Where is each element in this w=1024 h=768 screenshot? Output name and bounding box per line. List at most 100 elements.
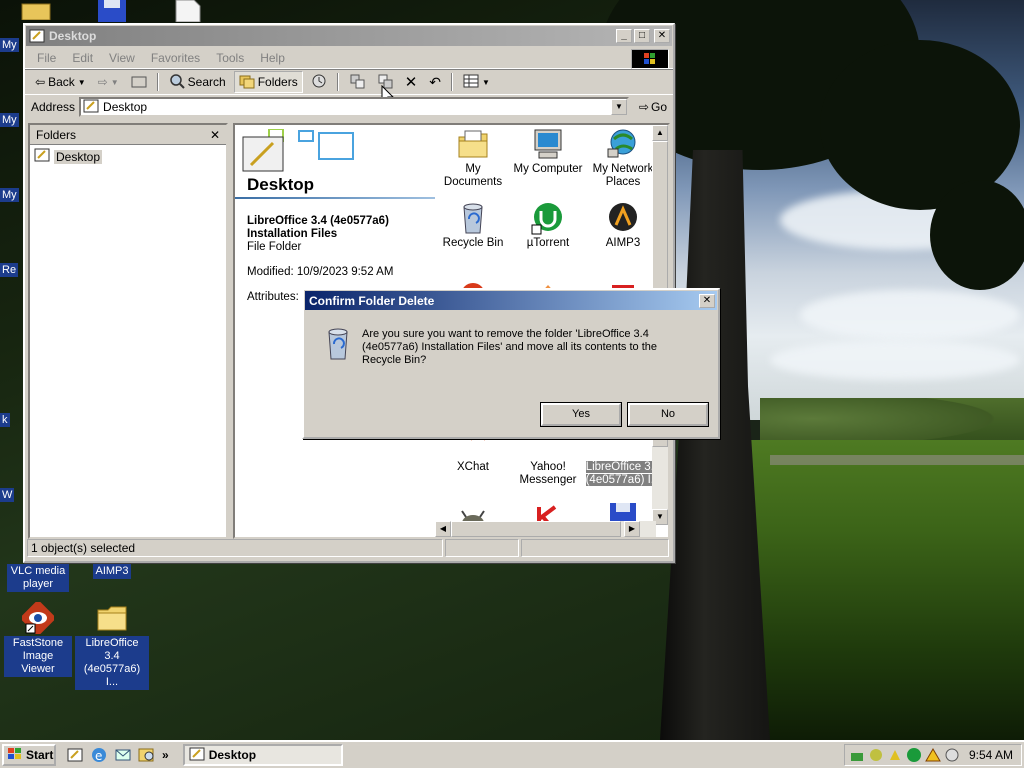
menu-help[interactable]: Help	[252, 51, 293, 65]
menu-tools[interactable]: Tools	[208, 51, 252, 65]
item-label: My Documents	[443, 163, 503, 188]
volume-tray-icon[interactable]	[944, 747, 960, 763]
item-aimp3[interactable]: AIMP3	[585, 201, 661, 250]
item-my-documents[interactable]: My Documents	[435, 127, 511, 189]
delete-button[interactable]: ✕	[401, 71, 422, 93]
desktop-icon-label: FastStone Image Viewer	[4, 636, 72, 677]
item-label: My Network Places	[592, 163, 654, 188]
network-places-icon	[606, 127, 640, 161]
toolbar-separator	[451, 73, 454, 91]
desktop-icon-label-edge[interactable]: Re	[0, 263, 19, 277]
item-utorrent[interactable]: µTorrent	[510, 201, 586, 250]
item-label: XChat	[457, 461, 489, 473]
scroll-left-button[interactable]: ◀	[435, 521, 451, 537]
menu-view[interactable]: View	[101, 51, 143, 65]
move-to-button[interactable]	[345, 71, 369, 93]
go-button[interactable]: ⇨ Go	[633, 100, 673, 114]
yes-button[interactable]: Yes	[541, 403, 621, 426]
history-icon	[311, 73, 327, 92]
update-tray-icon[interactable]	[887, 747, 903, 763]
history-button[interactable]	[307, 71, 331, 93]
item-label: µTorrent	[526, 237, 570, 249]
window-titlebar[interactable]: Desktop _ □ ✕	[26, 26, 672, 46]
back-button[interactable]: ⇦ Back ▼	[31, 71, 90, 93]
search-label: Search	[187, 75, 226, 89]
desktop-icon-label-edge[interactable]: My	[0, 38, 19, 52]
maximize-button[interactable]: □	[634, 29, 650, 43]
status-panel	[521, 539, 669, 557]
undo-button[interactable]: ↶	[425, 71, 445, 93]
selected-item-modified: Modified: 10/9/2023 9:52 AM	[247, 266, 394, 278]
address-dropdown-button[interactable]: ▼	[610, 99, 627, 115]
horizontal-scroll-thumb[interactable]	[451, 521, 621, 537]
desktop-icon-label-edge[interactable]: My	[0, 113, 19, 127]
taskbar-button-desktop[interactable]: Desktop	[182, 744, 343, 766]
desktop-icon-vlc[interactable]: VLC media player	[0, 564, 76, 592]
desktop-folder-icon[interactable]	[20, 0, 52, 21]
quick-launch-more-button[interactable]: »	[162, 748, 169, 762]
show-desktop-icon[interactable]	[66, 746, 84, 764]
desktop-icon-faststone[interactable]: FastStone Image Viewer	[0, 599, 76, 677]
desktop-icon-label-edge[interactable]: k	[0, 413, 10, 427]
clock[interactable]: 9:54 AM	[969, 748, 1021, 762]
address-bar: Address Desktop ▼ ⇨ Go	[25, 95, 673, 119]
scroll-up-button[interactable]: ▲	[652, 125, 668, 141]
warning-tray-icon[interactable]	[925, 747, 941, 763]
item-recycle-bin[interactable]: Recycle Bin	[435, 201, 511, 250]
desktop-icon-label: AIMP3	[93, 564, 131, 579]
move-to-icon	[349, 73, 365, 92]
confirm-folder-delete-dialog: Confirm Folder Delete ✕ Are you sure you…	[302, 288, 720, 439]
folders-icon	[239, 73, 255, 92]
menu-edit[interactable]: Edit	[64, 51, 101, 65]
scroll-right-button[interactable]: ▶	[624, 521, 640, 537]
desktop-icon-label: LibreOffice 3.4 (4e0577a6) I...	[75, 636, 149, 690]
toolbar-separator	[156, 73, 159, 91]
system-tray: 9:54 AM	[844, 744, 1022, 766]
internet-explorer-icon[interactable]: e	[90, 746, 108, 764]
no-button[interactable]: No	[628, 403, 708, 426]
address-field[interactable]: Desktop ▼	[79, 97, 629, 117]
utorrent-tray-icon[interactable]	[906, 747, 922, 763]
item-label: AIMP3	[605, 237, 641, 249]
desktop-icon-aimp3[interactable]: AIMP3	[74, 564, 150, 579]
horizontal-scrollbar[interactable]: ◀ ▶	[435, 521, 656, 537]
minimize-button[interactable]: _	[616, 29, 632, 43]
views-button[interactable]: ▼	[459, 71, 494, 93]
views-icon	[463, 74, 479, 91]
network-tray-icon[interactable]	[849, 747, 865, 763]
security-tray-icon[interactable]	[868, 747, 884, 763]
folders-pane-close-button[interactable]: ✕	[210, 128, 220, 142]
desktop-icon-label-edge[interactable]: W	[0, 488, 15, 502]
folders-pane: Folders ✕ Desktop	[28, 123, 228, 539]
menu-favorites[interactable]: Favorites	[143, 51, 208, 65]
dialog-close-button[interactable]: ✕	[699, 293, 715, 308]
up-folder-button[interactable]	[127, 71, 151, 93]
chevron-down-icon: ▼	[77, 77, 86, 87]
quick-launch: e »	[66, 746, 169, 764]
dialog-titlebar[interactable]: Confirm Folder Delete ✕	[305, 291, 717, 310]
go-label: Go	[650, 100, 667, 114]
item-label: Yahoo! Messenger	[519, 461, 577, 486]
outlook-express-icon[interactable]	[114, 746, 132, 764]
recycle-bin-icon	[456, 201, 490, 235]
start-button[interactable]: Start	[2, 744, 56, 766]
desktop-icon-libreoffice-folder[interactable]: LibreOffice 3.4 (4e0577a6) I...	[74, 602, 150, 690]
address-value: Desktop	[103, 100, 148, 114]
desktop-floppy-icon[interactable]	[96, 0, 128, 22]
menu-bar: File Edit View Favorites Tools Help	[25, 47, 673, 69]
standard-toolbar: ⇦ Back ▼ ⇨ ▼ Search Folders ✕ ↶ ▼	[25, 69, 673, 106]
wallpaper-cloud	[770, 340, 1020, 380]
item-my-network-places[interactable]: My Network Places	[585, 127, 661, 189]
desktop-document-icon[interactable]	[172, 0, 204, 23]
folders-button[interactable]: Folders	[233, 71, 303, 93]
explorer-search-icon[interactable]	[138, 746, 156, 764]
desktop-icon	[189, 747, 205, 764]
tree-item-desktop[interactable]: Desktop	[30, 145, 226, 168]
close-button[interactable]: ✕	[654, 29, 670, 43]
item-my-computer[interactable]: My Computer	[510, 127, 586, 176]
menu-file[interactable]: File	[29, 51, 64, 65]
up-folder-icon	[131, 74, 147, 91]
search-button[interactable]: Search	[165, 71, 230, 93]
desktop-icon-label-edge[interactable]: My	[0, 188, 19, 202]
forward-button[interactable]: ⇨ ▼	[94, 71, 123, 93]
